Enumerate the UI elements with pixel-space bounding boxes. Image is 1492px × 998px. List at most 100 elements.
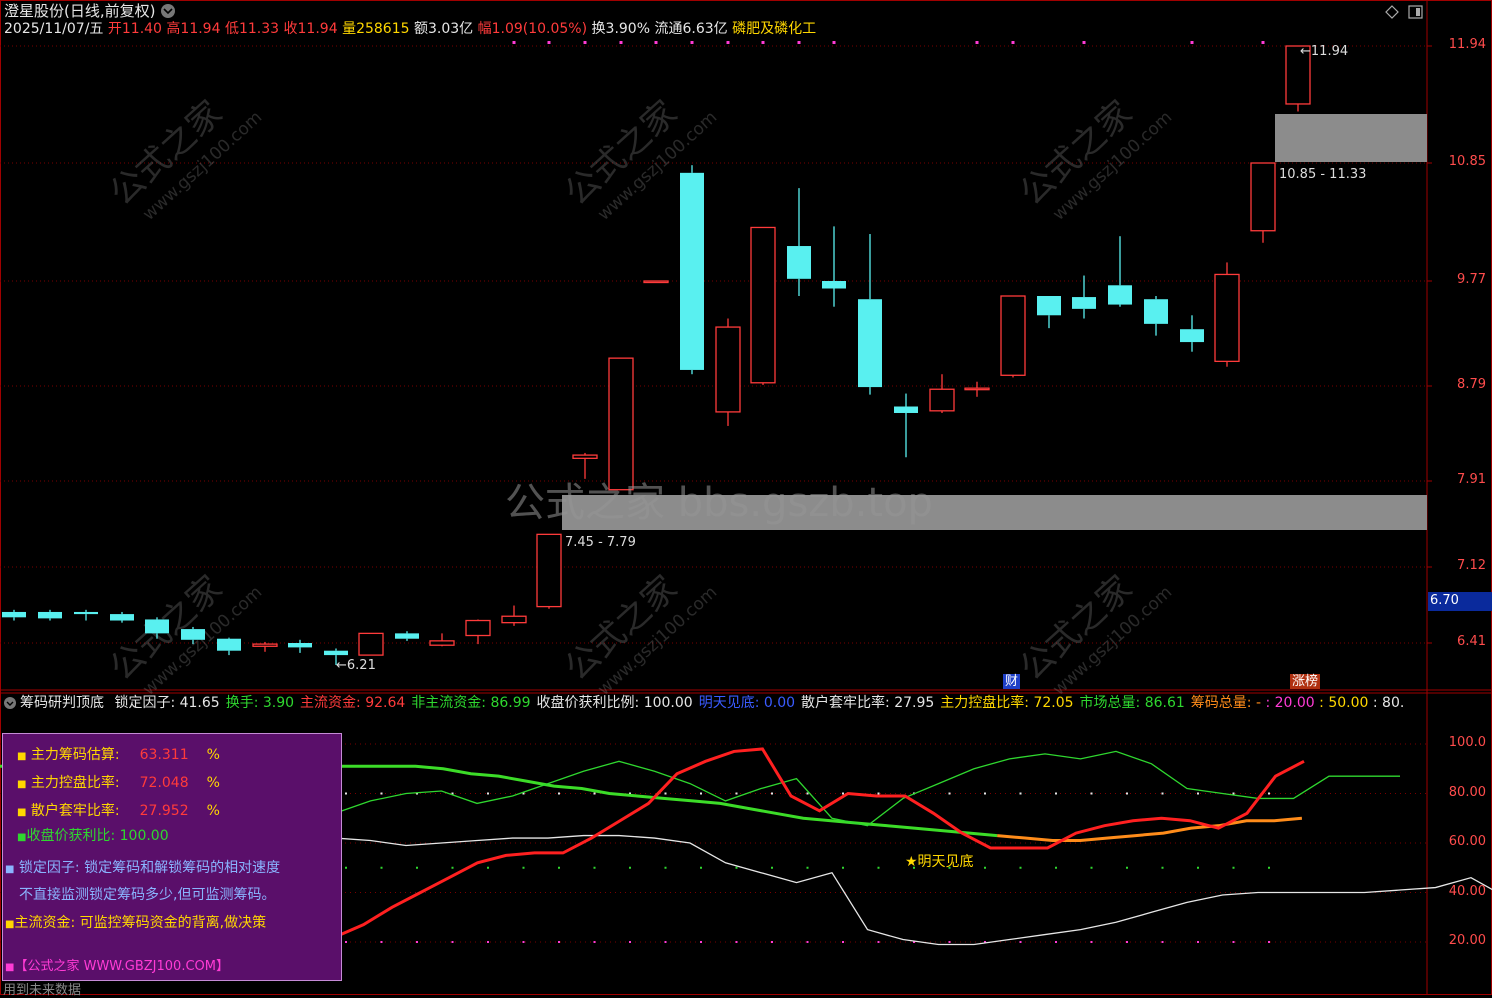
current-price-label: 6.70 [1430,593,1459,608]
candle [501,605,527,626]
indicator-menu-icon[interactable] [4,697,16,709]
indicator-axis-label: 40.00 [1448,883,1486,899]
quote-bar: 2025/11/07/五 开11.40 高11.94 低11.33 收11.94… [4,21,817,37]
candle [2,609,26,621]
signal-dot [690,41,694,44]
candle [822,226,846,307]
quote-low: 11.33 [238,21,280,37]
candle [680,165,704,375]
indicator-item: 主流资金: 92.64 [300,695,406,711]
signal-dot [619,41,623,44]
signal-dot [654,41,658,44]
watermark-tile: 公式之家www.gszj100.com [557,568,721,700]
candle [929,374,955,413]
candle [1214,262,1240,367]
signal-dots-top [512,41,1265,44]
signal-dot [1261,41,1265,44]
stock-title[interactable]: 澄星股份(日线,前复权) [4,3,156,20]
candle [1250,162,1276,243]
bottom-note: 用到未来数据 [3,983,82,998]
period-label: (日线,前复权) [64,2,156,20]
quote-close: 11.94 [297,21,338,37]
retail-trap-value: 27.952 [139,803,189,819]
watermark-tile: 公式之家www.gszj100.com [102,568,266,700]
candle [395,631,419,641]
price-axis-label: 7.12 [1457,558,1486,573]
candle [1072,275,1096,319]
watermark-center: 公式之家 bbs.gszb.top [505,480,933,526]
sector-link[interactable]: 磷肥及磷化工 [732,21,816,37]
indicator-axis-label: 20.00 [1448,933,1486,948]
low-marker: ←6.21 [336,658,376,673]
indicator-axis-label: 100.0 [1448,735,1486,750]
tag-cai[interactable]: 财 [1003,674,1021,689]
signal-dot [1011,41,1015,44]
chevron-down-icon[interactable] [161,4,175,18]
quote-date: 2025/11/07/五 [4,21,104,37]
high-marker: ←11.94 [1300,44,1349,59]
candle [74,609,98,621]
quote-float: 6.63亿 [682,21,728,37]
signal-dot [1082,41,1086,44]
quote-high: 11.94 [180,21,221,37]
candle [110,611,134,623]
price-axis-label: 10.85 [1448,154,1486,169]
candle [1037,296,1061,329]
candle [1144,296,1168,336]
indicator-item: 筹码总量: - [1190,695,1262,711]
indicator-axis-label: 80.00 [1448,784,1486,800]
signal-dot [1190,41,1194,44]
indicator-item: 换手: 3.90 [225,695,295,711]
watermark-tiles: 公式之家www.gszj100.com 公式之家www.gszj100.com 公式… [102,93,1176,700]
indicator-axis-label: 60.00 [1448,834,1486,849]
signal-dot [761,41,765,44]
price-axis-label: 11.94 [1448,37,1486,52]
indicator-item: 散户套牢比率: 27.95 [801,695,935,711]
signal-dot [832,41,836,44]
signal-label: ★明天见底 [905,854,974,870]
quote-turnover: 3.90% [605,21,651,37]
indicator-item: 锁定因子: 41.65 [114,695,220,711]
indicator-item: 市场总量: 86.61 [1079,695,1185,711]
window-toggle-icon[interactable] [1408,5,1423,19]
diamond-icon[interactable] [1385,5,1399,19]
info-panel: ■ 主力筹码估算: 63.311% ■ 主力控盘比率: 72.048% ■ 散户套牢… [2,733,342,981]
signal-dot [583,41,587,44]
candle [288,639,312,653]
signal-dot [975,41,979,44]
footer-link[interactable]: 【公式之家 WWW.GBZJ100.COM】 [14,959,229,974]
indicator-item: 主力控盘比率: 72.05 [940,695,1074,711]
signal-dot [512,41,516,44]
candle [536,533,562,609]
quote-amount: 3.03亿 [427,21,474,37]
signal-dot [547,41,551,44]
indicator-name[interactable]: 筹码研判顶底 [20,695,104,711]
price-axis-label: 9.77 [1457,272,1486,287]
watermark-tile: 公式之家www.gszj100.com [102,93,266,225]
price-axis-label: 7.91 [1457,472,1486,487]
candle [1000,295,1026,378]
non-main-fund-line [334,750,1400,827]
profit-ratio-value: 100.00 [119,828,169,844]
tag-zhangbang[interactable]: 涨榜 [1290,674,1321,689]
quote-range: 1.09(10.05%) [491,21,588,37]
candle [643,280,669,284]
candle [964,381,990,397]
candle [429,633,455,647]
candle [1180,315,1204,352]
indicator-header: 筹码研判顶底 锁定因子: 41.65 换手: 3.90 主流资金: 92.64 非主流… [20,695,1405,711]
candle [38,609,62,621]
quote-volume: 258615 [356,21,410,37]
quote-open: 11.40 [121,21,162,37]
candle [358,632,384,656]
candle [1108,236,1132,307]
candle [217,637,241,656]
upper-zone-label: 10.85 - 11.33 [1279,167,1367,182]
watermark-tile: 公式之家www.gszj100.com [1012,568,1176,700]
signal-dot [726,41,730,44]
candle [894,393,918,458]
chip-total-line [997,816,1303,843]
candle [465,619,491,645]
indicator-item: 非主流资金: 86.99 [411,695,531,711]
signal-dot [797,41,801,44]
